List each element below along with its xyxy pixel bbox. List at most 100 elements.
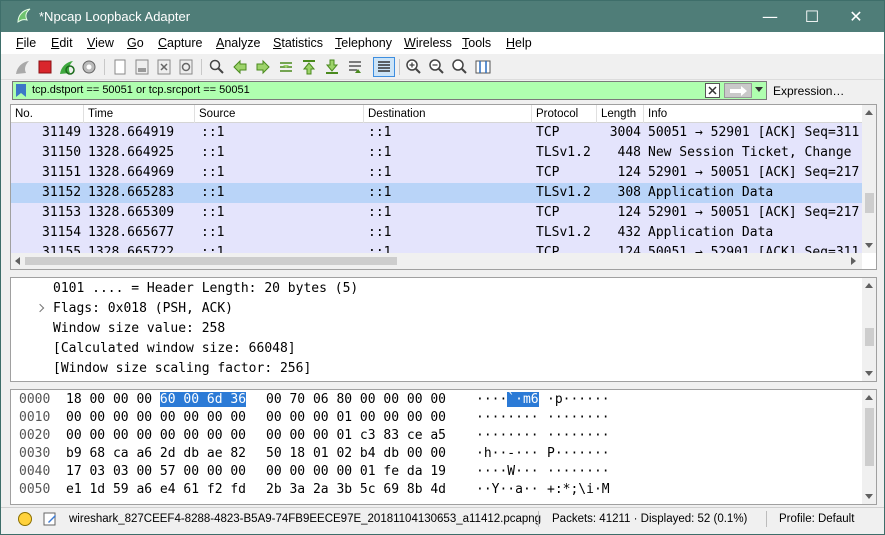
save-file-icon[interactable] bbox=[133, 58, 151, 76]
stop-capture-icon[interactable] bbox=[36, 58, 54, 76]
status-bar: wireshark_827CEEF4-8288-4823-B5A9-74FB9E… bbox=[1, 507, 884, 529]
packet-row[interactable]: 31151 1328.664969::1::1 TCP 124 52901 → 5005… bbox=[11, 163, 862, 183]
packet-destination: ::1 bbox=[368, 165, 392, 180]
menu-analyze[interactable]: Analyze bbox=[216, 36, 260, 50]
scroll-thumb[interactable] bbox=[865, 193, 874, 213]
open-file-icon[interactable] bbox=[111, 58, 129, 76]
hex-bytes: 2b 3a 2a 3b 5c 69 8b 4d bbox=[266, 482, 447, 497]
packet-protocol: TLSv1.2 bbox=[536, 225, 591, 240]
packet-row[interactable]: 31152 1328.665283::1::1 TLSv1.2 308 Applicat… bbox=[11, 183, 862, 203]
bytes-vscrollbar[interactable] bbox=[862, 390, 876, 504]
maximize-button[interactable]: ☐ bbox=[789, 1, 835, 32]
ascii-bytes: ·p······ bbox=[547, 392, 610, 407]
scroll-right-arrow-icon[interactable] bbox=[851, 257, 856, 265]
column-header-destination[interactable]: Destination bbox=[364, 105, 532, 123]
packet-row[interactable]: 31149 1328.664919::1::1 TCP 3004 50051 → 529… bbox=[11, 123, 862, 143]
details-vscrollbar[interactable] bbox=[862, 278, 876, 381]
scroll-left-arrow-icon[interactable] bbox=[15, 257, 20, 265]
hex-bytes: 00 00 00 01 c3 83 ce a5 bbox=[266, 428, 447, 443]
column-header-info[interactable]: Info bbox=[644, 105, 862, 123]
scroll-down-arrow-icon[interactable] bbox=[865, 243, 873, 248]
profile-label[interactable]: Profile: Default bbox=[779, 513, 854, 525]
expand-arrow-icon[interactable] bbox=[35, 303, 45, 313]
resize-columns-icon[interactable] bbox=[474, 58, 492, 76]
packet-row[interactable]: 31153 1328.665309::1::1 TCP 124 52901 → 5005… bbox=[11, 203, 862, 223]
packet-time: 1328.665677 bbox=[88, 225, 175, 240]
menu-go[interactable]: Go bbox=[127, 36, 144, 50]
title-bar[interactable]: *Npcap Loopback Adapter — ☐ ✕ bbox=[1, 1, 884, 32]
hex-bytes: 50 18 01 02 b4 db 00 00 bbox=[266, 446, 447, 461]
auto-scroll-icon[interactable] bbox=[346, 58, 364, 76]
go-last-packet-icon[interactable] bbox=[323, 58, 341, 76]
packet-list-vscrollbar[interactable] bbox=[862, 105, 876, 253]
menu-bar: File Edit View Go Capture Analyze Statis… bbox=[1, 32, 884, 54]
detail-line-flags[interactable]: Flags: 0x018 (PSH, ACK) bbox=[53, 301, 233, 316]
scroll-up-arrow-icon[interactable] bbox=[865, 283, 873, 288]
detail-line[interactable]: Window size value: 258 bbox=[53, 321, 225, 336]
find-packet-icon[interactable] bbox=[208, 58, 226, 76]
column-header-source[interactable]: Source bbox=[195, 105, 364, 123]
go-back-icon[interactable] bbox=[231, 58, 249, 76]
colorize-icon bbox=[378, 61, 390, 72]
scroll-up-arrow-icon[interactable] bbox=[865, 110, 873, 115]
restart-capture-icon[interactable] bbox=[58, 58, 76, 76]
scroll-up-arrow-icon[interactable] bbox=[865, 395, 873, 400]
packet-row[interactable]: 31154 1328.665677::1::1 TLSv1.2 432 Applicat… bbox=[11, 223, 862, 243]
bookmark-icon[interactable] bbox=[15, 83, 27, 98]
close-button[interactable]: ✕ bbox=[833, 1, 879, 32]
hex-group: 18 00 00 00 60 00 6d 36 bbox=[66, 392, 247, 407]
expert-info-icon[interactable] bbox=[18, 512, 32, 526]
go-first-packet-icon[interactable] bbox=[300, 58, 318, 76]
scroll-thumb[interactable] bbox=[865, 408, 874, 466]
zoom-in-icon[interactable] bbox=[405, 58, 423, 76]
hex-bytes: 00 00 00 00 01 fe da 19 bbox=[266, 464, 447, 479]
packet-number: 31151 bbox=[42, 165, 82, 180]
apply-filter-button[interactable] bbox=[724, 83, 752, 98]
capture-options-icon[interactable] bbox=[80, 58, 98, 76]
menu-statistics[interactable]: Statistics bbox=[273, 36, 323, 50]
detail-line[interactable]: [Calculated window size: 66048] bbox=[53, 341, 296, 356]
menu-edit[interactable]: Edit bbox=[51, 36, 73, 50]
zoom-out-icon[interactable] bbox=[428, 58, 446, 76]
zoom-normal-icon[interactable] bbox=[451, 58, 469, 76]
ascii-bytes: ··Y··a·· bbox=[476, 482, 539, 497]
display-filter-input[interactable]: tcp.dstport == 50051 or tcp.srcport == 5… bbox=[12, 81, 767, 100]
detail-line[interactable]: [Window size scaling factor: 256] bbox=[53, 361, 311, 376]
menu-view[interactable]: View bbox=[87, 36, 114, 50]
expression-button[interactable]: Expression… bbox=[773, 84, 844, 98]
ascii-group: ·h··-··· bbox=[476, 446, 539, 461]
packet-row[interactable]: 31150 1328.664925::1::1 TLSv1.2 448 New Sess… bbox=[11, 143, 862, 163]
close-file-icon[interactable] bbox=[155, 58, 173, 76]
byte-offset: 0050 bbox=[19, 482, 51, 497]
capture-comment-icon[interactable] bbox=[42, 511, 58, 527]
wireshark-fin-icon bbox=[17, 8, 31, 23]
detail-line[interactable]: 0101 .... = Header Length: 20 bytes (5) bbox=[53, 281, 358, 296]
column-header-length[interactable]: Length bbox=[597, 105, 644, 123]
menu-capture[interactable]: Capture bbox=[158, 36, 202, 50]
menu-wireless[interactable]: Wireless bbox=[404, 36, 452, 50]
packet-list-hscrollbar[interactable] bbox=[11, 253, 862, 269]
status-separator bbox=[766, 511, 767, 527]
column-header-no[interactable]: No. bbox=[11, 105, 84, 123]
column-header-protocol[interactable]: Protocol bbox=[532, 105, 597, 123]
scroll-thumb[interactable] bbox=[865, 328, 874, 346]
menu-tools[interactable]: Tools bbox=[462, 36, 491, 50]
reload-file-icon[interactable] bbox=[177, 58, 195, 76]
menu-telephony[interactable]: Telephony bbox=[335, 36, 392, 50]
menu-file[interactable]: File bbox=[16, 36, 36, 50]
column-header-time[interactable]: Time bbox=[84, 105, 195, 123]
hscroll-thumb[interactable] bbox=[25, 257, 397, 265]
packet-length: 124 bbox=[617, 165, 641, 180]
start-capture-icon[interactable] bbox=[14, 58, 32, 76]
go-to-packet-icon[interactable] bbox=[277, 58, 295, 76]
ascii-group: ········ bbox=[476, 410, 539, 425]
filter-history-dropdown[interactable] bbox=[755, 87, 763, 92]
colorize-toggle[interactable] bbox=[373, 57, 395, 77]
scroll-down-arrow-icon[interactable] bbox=[865, 371, 873, 376]
clear-filter-button[interactable] bbox=[705, 83, 720, 98]
minimize-button[interactable]: — bbox=[747, 1, 793, 32]
packet-time: 1328.664969 bbox=[88, 165, 175, 180]
scroll-down-arrow-icon[interactable] bbox=[865, 494, 873, 499]
go-forward-icon[interactable] bbox=[254, 58, 272, 76]
menu-help[interactable]: Help bbox=[506, 36, 532, 50]
